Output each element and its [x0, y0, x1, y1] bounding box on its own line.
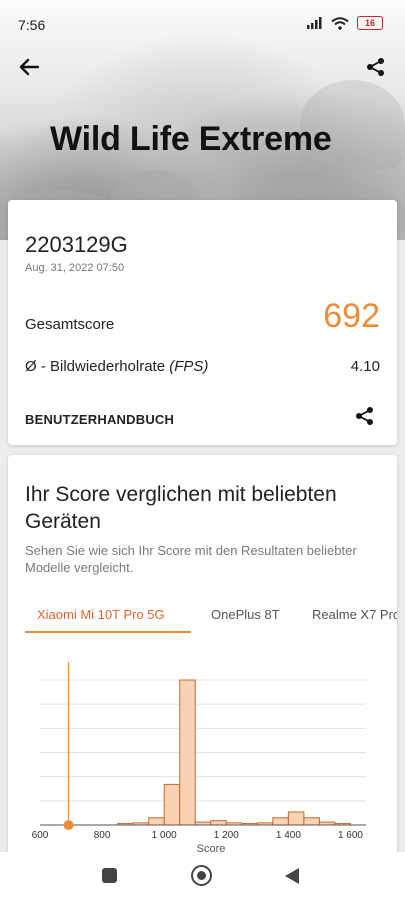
x-tick-label: 1 400 — [276, 830, 301, 841]
score-marker-dot — [63, 820, 74, 830]
comparison-title: Ihr Score verglichen mit beliebten Gerät… — [25, 483, 337, 533]
fps-label-text: Ø - Bildwiederholrate — [25, 358, 170, 375]
histogram-bar — [210, 820, 227, 826]
fps-label-unit: (FPS) — [169, 358, 209, 375]
fps-value: 4.10 — [350, 358, 380, 375]
battery-level: 16 — [364, 18, 375, 28]
histogram-bar — [303, 817, 320, 826]
x-tick-label: 1 000 — [152, 830, 177, 841]
status-bar: 7:56 16 — [0, 0, 405, 48]
score-value: 692 — [323, 297, 380, 335]
share-icon — [367, 58, 384, 76]
device-name: 2203129G — [25, 232, 128, 257]
histogram-bar — [163, 783, 181, 826]
system-nav-bar — [0, 852, 405, 900]
x-tick-label: 1 200 — [214, 830, 239, 841]
active-tab-indicator — [25, 631, 191, 633]
system-back-button[interactable] — [285, 868, 299, 884]
signal-icon — [307, 17, 322, 29]
result-card: 2203129G Aug. 31, 2022 07:50 Gesamtscore… — [8, 200, 397, 445]
device-tabs: Xiaomi Mi 10T Pro 5G OnePlus 8T Realme X… — [25, 595, 397, 635]
tab-xiaomi-mi-10t-pro[interactable]: Xiaomi Mi 10T Pro 5G — [37, 607, 165, 622]
x-tick-label: 800 — [94, 830, 111, 841]
histogram-bar — [272, 817, 289, 826]
status-time: 7:56 — [18, 17, 46, 33]
histogram-bar — [287, 811, 305, 826]
x-tick-label: 1 600 — [338, 830, 363, 841]
share-icon — [356, 407, 373, 425]
x-tick-label: 600 — [32, 830, 49, 841]
recent-apps-button[interactable] — [102, 868, 117, 883]
arrow-left-icon — [19, 58, 39, 76]
user-manual-button[interactable]: BENUTZERHANDBUCH — [25, 412, 174, 427]
page-title: Wild Life Extreme — [50, 120, 332, 158]
share-result-button[interactable] — [355, 406, 375, 431]
histogram-bar — [148, 817, 165, 826]
comparison-card: Ihr Score verglichen mit beliebten Gerät… — [8, 455, 397, 855]
result-date: Aug. 31, 2022 07:50 — [25, 262, 125, 274]
battery-icon: 16 — [357, 16, 383, 30]
score-label: Gesamtscore — [25, 316, 115, 333]
histogram-bar — [179, 679, 196, 826]
tab-oneplus-8t[interactable]: OnePlus 8T — [211, 607, 280, 622]
home-button[interactable] — [191, 865, 212, 886]
comparison-subtitle: Sehen Sie wie sich Ihr Score mit den Res… — [25, 543, 357, 575]
back-button[interactable] — [14, 54, 44, 80]
fps-label: Ø - Bildwiederholrate (FPS) — [25, 358, 208, 375]
wifi-icon — [331, 16, 349, 30]
score-histogram: 600 800 1 000 1 200 1 400 1 600Score — [32, 662, 366, 855]
tab-realme-x7-pro[interactable]: Realme X7 Pro — [312, 607, 397, 622]
status-icons: 16 — [307, 16, 383, 30]
share-button-top[interactable] — [361, 54, 391, 80]
